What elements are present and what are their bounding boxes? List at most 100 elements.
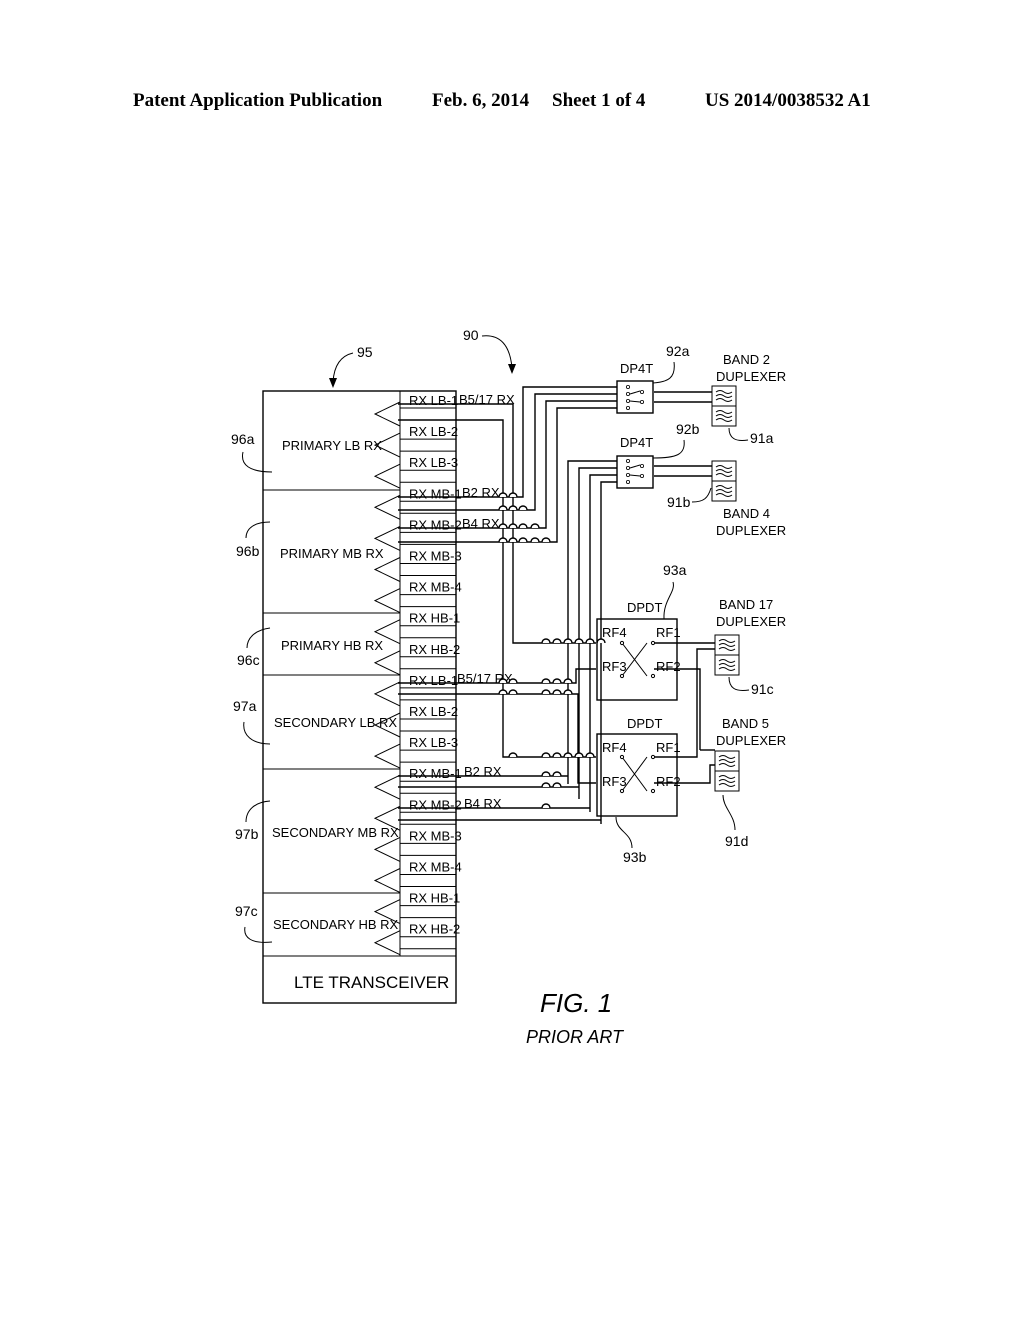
dp4t-a-contacts bbox=[626, 384, 645, 410]
amplifier-icon bbox=[373, 650, 401, 676]
filter-wave-icon bbox=[718, 783, 736, 787]
signal-b5-17-secondary: B5/17 RX bbox=[457, 671, 513, 686]
amplifier-icon bbox=[373, 401, 401, 427]
crossover-hop bbox=[552, 638, 562, 644]
ref-91c: 91c bbox=[751, 681, 774, 697]
filter-wave-icon bbox=[715, 418, 733, 422]
ref-93a: 93a bbox=[663, 562, 687, 578]
dpdt-a-rf3: RF3 bbox=[602, 659, 627, 674]
amplifier-icon bbox=[373, 588, 401, 614]
filter-wave-icon bbox=[718, 667, 736, 671]
port-label: RX MB-3 bbox=[409, 828, 462, 843]
ref-95: 95 bbox=[357, 344, 373, 360]
filter-wave-icon bbox=[718, 779, 736, 783]
wiring bbox=[398, 386, 715, 824]
band2-label-1: BAND 2 bbox=[723, 352, 770, 367]
amplifier-icon bbox=[373, 743, 401, 769]
port-label: RX HB-1 bbox=[409, 611, 460, 626]
crossover-hop bbox=[552, 782, 562, 788]
filter-wave-icon bbox=[715, 489, 733, 493]
filter-wave-icon bbox=[715, 485, 733, 489]
signal-b2-primary: B2 RX bbox=[462, 485, 500, 500]
block-primary-hb-rx: PRIMARY HB RX bbox=[281, 638, 383, 653]
port-label: RX LB-1 bbox=[409, 393, 458, 408]
amplifier-icon bbox=[373, 868, 401, 893]
filter-wave-icon bbox=[718, 639, 736, 643]
band2-label-2: DUPLEXER bbox=[716, 369, 786, 384]
port-label: RX LB-1 bbox=[409, 673, 458, 688]
figure-title: FIG. 1 bbox=[540, 988, 612, 1018]
crossover-hop bbox=[518, 523, 528, 529]
crossover-hop bbox=[498, 505, 508, 511]
port-label: RX LB-3 bbox=[409, 455, 458, 470]
crossover-hop bbox=[563, 678, 573, 684]
ref-92b: 92b bbox=[676, 421, 700, 437]
port-label: RX MB-1 bbox=[409, 766, 462, 781]
dpdt-b-rf1: RF1 bbox=[656, 740, 681, 755]
filter-wave-icon bbox=[718, 659, 736, 663]
block-primary-lb-rx: PRIMARY LB RX bbox=[282, 438, 382, 453]
block-secondary-hb-rx: SECONDARY HB RX bbox=[273, 917, 399, 932]
crossover-hop bbox=[541, 689, 551, 695]
dpdt-a-label: DPDT bbox=[627, 600, 662, 615]
crossover-hop bbox=[508, 523, 518, 529]
dp4t-b-contacts bbox=[626, 458, 645, 484]
crossover-hop bbox=[508, 492, 518, 498]
band5-duplexer bbox=[714, 750, 740, 792]
wire-crossovers bbox=[498, 492, 606, 809]
filter-wave-icon bbox=[715, 473, 733, 477]
dp4t-a-switch bbox=[616, 380, 654, 414]
block-secondary-lb-rx: SECONDARY LB RX bbox=[274, 715, 397, 730]
amplifier-icon bbox=[373, 681, 401, 707]
port-label: RX LB-2 bbox=[409, 704, 458, 719]
ref-91d: 91d bbox=[725, 833, 748, 849]
figure-1-diagram: 90 95 PRIMARY LB RX PRIMARY MB RX PRIMAR… bbox=[231, 327, 786, 1047]
signal-b4-primary: B4 RX bbox=[462, 516, 500, 531]
crossover-hop bbox=[508, 752, 518, 758]
ref-97b: 97b bbox=[235, 826, 259, 842]
band5-label-1: BAND 5 bbox=[722, 716, 769, 731]
ref-93b: 93b bbox=[623, 849, 647, 865]
crossover-hop bbox=[552, 678, 562, 684]
crossover-hop bbox=[518, 537, 528, 543]
amplifier-icon bbox=[373, 774, 401, 800]
filter-wave-icon bbox=[718, 775, 736, 779]
crossover-hop bbox=[508, 505, 518, 511]
ref-96a: 96a bbox=[231, 431, 255, 447]
port-label: RX MB-1 bbox=[409, 486, 462, 501]
dpdt-b-label: DPDT bbox=[627, 716, 662, 731]
port-label: RX HB-1 bbox=[409, 891, 460, 906]
filter-wave-icon bbox=[718, 663, 736, 667]
crossover-hop bbox=[541, 638, 551, 644]
lte-transceiver-title: LTE TRANSCEIVER bbox=[294, 973, 449, 992]
crossover-hop bbox=[552, 689, 562, 695]
filter-wave-icon bbox=[715, 394, 733, 398]
signal-b5-17-primary: B5/17 RX bbox=[459, 392, 515, 407]
crossover-hop bbox=[530, 523, 540, 529]
amplifier-icon bbox=[373, 463, 401, 489]
filter-wave-icon bbox=[715, 414, 733, 418]
crossover-hop bbox=[541, 678, 551, 684]
band2-duplexer bbox=[711, 385, 737, 427]
crossover-hop bbox=[574, 638, 584, 644]
crossover-hop bbox=[552, 752, 562, 758]
crossover-hop bbox=[508, 689, 518, 695]
dpdt-a-rf4: RF4 bbox=[602, 625, 627, 640]
ref-97a: 97a bbox=[233, 698, 257, 714]
dp4t-a-label: DP4T bbox=[620, 361, 653, 376]
filter-wave-icon bbox=[718, 647, 736, 651]
band17-label-2: DUPLEXER bbox=[716, 614, 786, 629]
crossover-hop bbox=[585, 638, 595, 644]
band4-label-1: BAND 4 bbox=[723, 506, 770, 521]
crossover-hop bbox=[574, 752, 584, 758]
crossover-hop bbox=[530, 537, 540, 543]
crossover-hop bbox=[498, 537, 508, 543]
filter-wave-icon bbox=[718, 755, 736, 759]
crossover-hop bbox=[498, 678, 508, 684]
signal-b4-secondary: B4 RX bbox=[464, 796, 502, 811]
dpdt-a-rf2: RF2 bbox=[656, 659, 681, 674]
band4-duplexer bbox=[711, 460, 737, 502]
port-label: RX MB-4 bbox=[409, 580, 462, 595]
filter-wave-icon bbox=[715, 390, 733, 394]
crossover-hop bbox=[498, 492, 508, 498]
